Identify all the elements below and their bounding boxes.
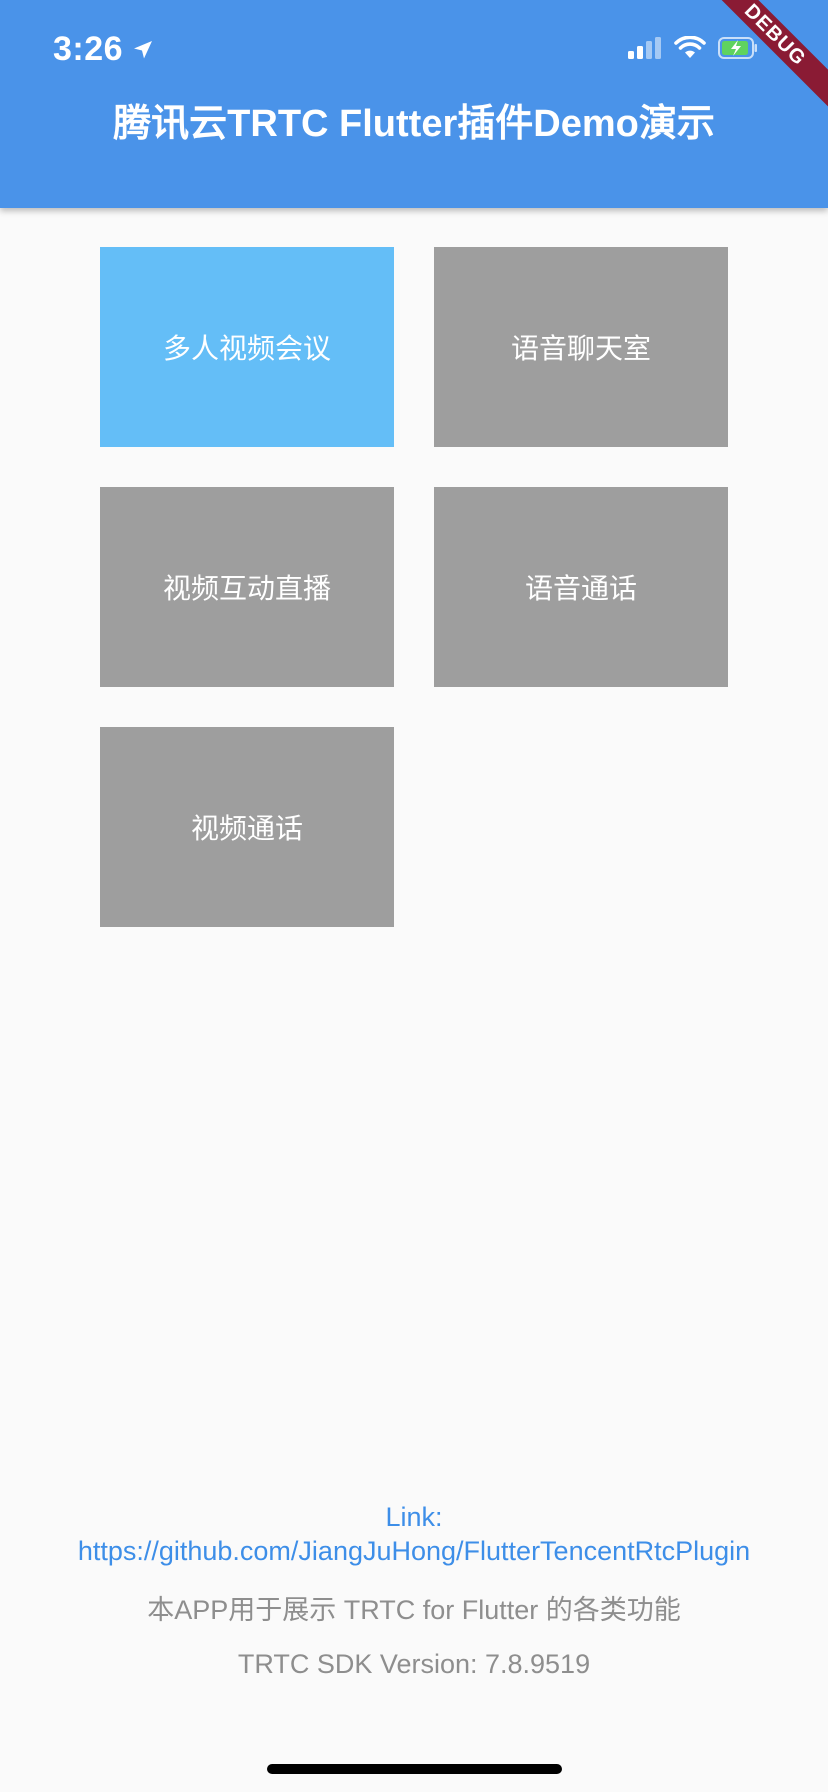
- tile-voice-chat-room[interactable]: 语音聊天室: [434, 247, 728, 447]
- wifi-icon: [674, 36, 706, 58]
- tile-voice-call[interactable]: 语音通话: [434, 487, 728, 687]
- app-bar: 3:26 腾讯云TRTC Flutter插件Demo演示: [0, 0, 828, 208]
- tile-multi-video-conference[interactable]: 多人视频会议: [100, 247, 394, 447]
- footer: Link: https://github.com/JiangJuHong/Flu…: [0, 1500, 828, 1680]
- status-time-text: 3:26: [53, 30, 124, 68]
- link-label: Link:: [385, 1502, 443, 1532]
- battery-charging-icon: [718, 37, 757, 59]
- tile-video-call[interactable]: 视频通话: [100, 727, 394, 927]
- tile-video-live-interaction[interactable]: 视频互动直播: [100, 487, 394, 687]
- github-link[interactable]: https://github.com/JiangJuHong/FlutterTe…: [0, 1534, 828, 1568]
- status-bar-time: 3:26: [53, 30, 155, 69]
- sdk-version: TRTC SDK Version: 7.8.9519: [237, 1649, 591, 1679]
- home-indicator[interactable]: [267, 1764, 562, 1774]
- page-title: 腾讯云TRTC Flutter插件Demo演示: [113, 103, 715, 145]
- status-bar-icons: [628, 36, 758, 60]
- app-description: 本APP用于展示 TRTC for Flutter 的各类功能: [147, 1595, 681, 1625]
- location-arrow-icon: [134, 40, 153, 58]
- cellular-signal-icon: [628, 37, 661, 59]
